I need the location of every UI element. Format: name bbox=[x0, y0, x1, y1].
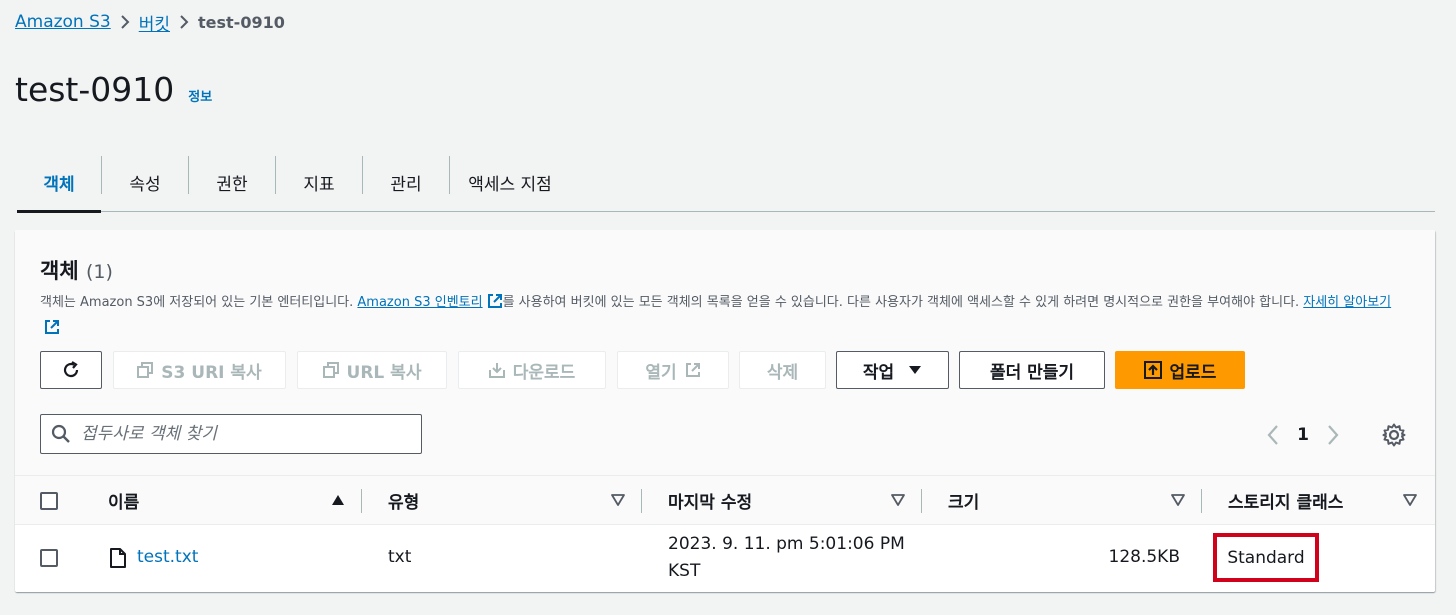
actions-label: 작업 bbox=[862, 362, 895, 383]
column-name[interactable]: 이름 bbox=[108, 476, 139, 524]
object-last-modified-line2: KST bbox=[668, 561, 701, 581]
page-title: test-0910 bbox=[15, 70, 175, 109]
objects-panel: 객체 (1) 객체는 Amazon S3에 저장되어 있는 기본 엔터티입니다.… bbox=[15, 230, 1435, 592]
external-link-icon bbox=[685, 363, 700, 377]
copy-url-label: URL 복사 bbox=[346, 362, 422, 383]
object-name-link[interactable]: test.txt bbox=[137, 547, 198, 567]
refresh-button[interactable] bbox=[40, 351, 102, 389]
tab-permissions[interactable]: 권한 bbox=[189, 152, 275, 212]
chevron-right-icon[interactable] bbox=[1325, 424, 1341, 446]
external-link-icon bbox=[487, 294, 502, 308]
upload-icon bbox=[1143, 361, 1162, 379]
sort-icon[interactable] bbox=[1171, 494, 1185, 506]
column-size[interactable]: 크기 bbox=[948, 476, 979, 524]
tab-management[interactable]: 관리 bbox=[363, 152, 449, 212]
search-input[interactable] bbox=[81, 424, 401, 444]
create-folder-label: 폴더 만들기 bbox=[989, 362, 1075, 383]
tab-access-points[interactable]: 액세스 지점 bbox=[450, 152, 570, 212]
table-header: 이름 유형 마지막 수정 크기 스토리지 클래스 bbox=[15, 475, 1435, 525]
copy-icon bbox=[322, 362, 339, 378]
object-size: 128.5KB bbox=[1108, 547, 1180, 567]
tab-metrics[interactable]: 지표 bbox=[276, 152, 362, 212]
row-checkbox[interactable] bbox=[40, 549, 58, 567]
copy-s3-uri-button[interactable]: S3 URI 복사 bbox=[113, 351, 286, 389]
caret-down-icon bbox=[909, 366, 922, 374]
page-number[interactable]: 1 bbox=[1281, 425, 1325, 445]
column-divider bbox=[921, 489, 922, 513]
inventory-link-label: Amazon S3 인벤토리 bbox=[357, 295, 483, 310]
file-icon bbox=[110, 548, 126, 568]
column-divider bbox=[361, 489, 362, 513]
tab-objects[interactable]: 객체 bbox=[17, 152, 101, 213]
upload-label: 업로드 bbox=[1169, 362, 1217, 383]
object-count: (1) bbox=[85, 261, 113, 283]
storage-class-highlight: Standard bbox=[1213, 533, 1319, 582]
info-link[interactable]: 정보 bbox=[188, 86, 212, 105]
create-folder-button[interactable]: 폴더 만들기 bbox=[959, 351, 1105, 389]
actions-dropdown[interactable]: 작업 bbox=[836, 351, 949, 389]
sort-icon[interactable] bbox=[611, 494, 625, 506]
delete-button[interactable]: 삭제 bbox=[739, 351, 826, 389]
page-header: test-0910 정보 bbox=[15, 70, 212, 109]
gear-icon[interactable] bbox=[1381, 422, 1407, 448]
copy-url-button[interactable]: URL 복사 bbox=[297, 351, 447, 389]
object-type: txt bbox=[388, 547, 412, 567]
panel-description: 객체는 Amazon S3에 저장되어 있는 기본 엔터티입니다. Amazon… bbox=[40, 290, 1410, 342]
refresh-icon bbox=[63, 361, 79, 378]
desc-text-2: 를 사용하여 버킷에 있는 모든 객체의 목록을 얻을 수 있습니다. 다른 사… bbox=[502, 295, 1304, 310]
search-box bbox=[40, 414, 422, 454]
open-button[interactable]: 열기 bbox=[617, 351, 729, 389]
breadcrumb-buckets[interactable]: 버킷 bbox=[139, 10, 170, 35]
delete-label: 삭제 bbox=[766, 362, 799, 383]
column-divider bbox=[641, 489, 642, 513]
desc-text-1: 객체는 Amazon S3에 저장되어 있는 기본 엔터티입니다. bbox=[40, 295, 358, 310]
breadcrumb-amazon-s3[interactable]: Amazon S3 bbox=[15, 12, 111, 32]
column-divider bbox=[1201, 489, 1202, 513]
chevron-left-icon[interactable] bbox=[1265, 424, 1281, 446]
column-type[interactable]: 유형 bbox=[388, 476, 419, 524]
select-all-checkbox[interactable] bbox=[40, 492, 58, 510]
download-button[interactable]: 다운로드 bbox=[458, 351, 606, 389]
copy-icon bbox=[137, 362, 154, 378]
download-label: 다운로드 bbox=[512, 362, 576, 383]
learn-more-label: 자세히 알아보기 bbox=[1303, 295, 1392, 310]
panel-header: 객체 (1) 객체는 Amazon S3에 저장되어 있는 기본 엔터티입니다.… bbox=[15, 230, 1435, 475]
object-storage-class: Standard bbox=[1227, 547, 1305, 568]
tab-properties[interactable]: 속성 bbox=[102, 152, 188, 212]
copy-s3-uri-label: S3 URI 복사 bbox=[161, 362, 262, 383]
external-link-icon bbox=[45, 320, 59, 334]
table-row: test.txt txt 2023. 9. 11. pm 5:01:06 PM … bbox=[15, 525, 1435, 592]
chevron-right-icon bbox=[170, 12, 198, 32]
breadcrumb-current: test-0910 bbox=[198, 12, 285, 32]
chevron-right-icon bbox=[111, 12, 139, 32]
pagination: 1 bbox=[1265, 420, 1341, 450]
object-last-modified-line1: 2023. 9. 11. pm 5:01:06 PM bbox=[668, 534, 905, 554]
sort-ascending-icon[interactable] bbox=[331, 494, 345, 506]
sort-icon[interactable] bbox=[891, 494, 905, 506]
upload-button[interactable]: 업로드 bbox=[1115, 351, 1245, 389]
column-storage-class[interactable]: 스토리지 클래스 bbox=[1228, 476, 1343, 524]
download-icon bbox=[488, 363, 505, 378]
open-label: 열기 bbox=[645, 362, 677, 383]
sort-icon[interactable] bbox=[1403, 494, 1417, 506]
search-icon bbox=[51, 424, 70, 443]
panel-title: 객체 (1) bbox=[40, 255, 113, 285]
panel-title-text: 객체 bbox=[40, 259, 79, 283]
breadcrumb: Amazon S3 버킷 test-0910 bbox=[15, 10, 285, 35]
tab-bar: 객체 속성 권한 지표 관리 액세스 지점 bbox=[17, 152, 1435, 213]
inventory-link[interactable]: Amazon S3 인벤토리 bbox=[357, 294, 502, 310]
column-last-modified[interactable]: 마지막 수정 bbox=[668, 476, 752, 524]
